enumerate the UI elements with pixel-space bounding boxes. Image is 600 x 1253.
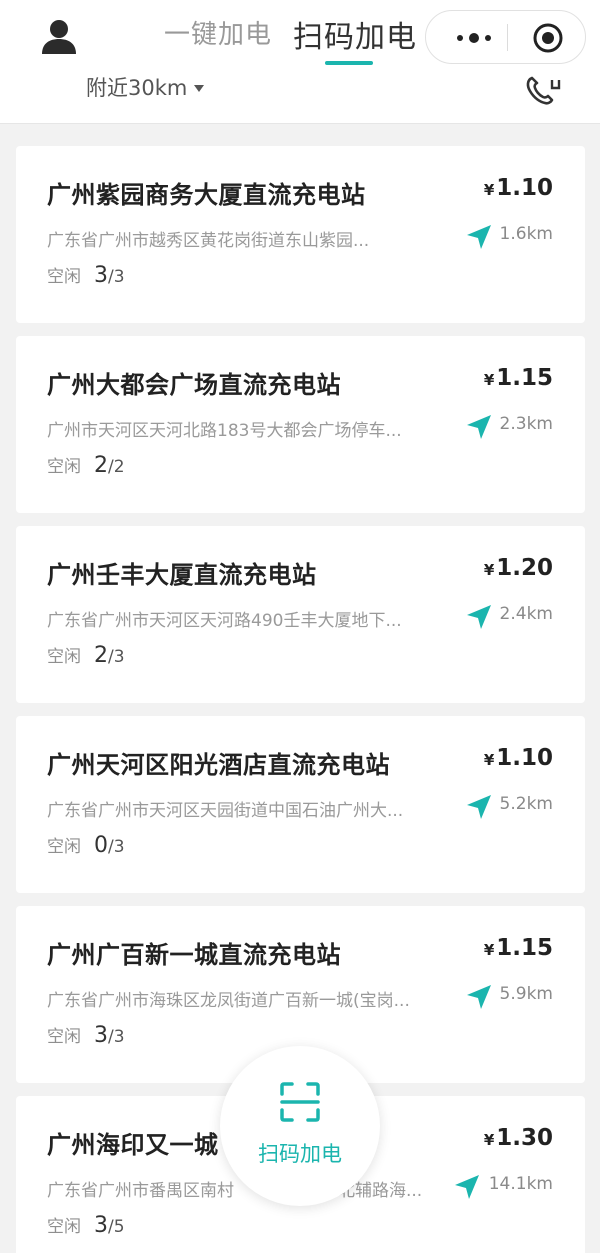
navigate-arrow-icon[interactable]	[464, 792, 494, 822]
station-distance: 5.2km	[499, 794, 553, 814]
station-name: 广州壬丰大厦直流充电站	[47, 561, 317, 589]
idle-count: 空闲 0 /3	[47, 832, 125, 858]
price-value: 1.15	[496, 365, 553, 391]
idle-total: /3	[108, 647, 125, 667]
more-dots-icon[interactable]	[444, 11, 506, 63]
scan-charge-button[interactable]: 扫码加电	[220, 1046, 380, 1206]
distance-filter-dropdown[interactable]: 附近30km	[86, 72, 205, 102]
distance-filter-label: 附近30km	[86, 76, 188, 100]
currency-symbol: ¥	[483, 751, 495, 769]
idle-total: /2	[108, 457, 125, 477]
target-icon[interactable]	[522, 11, 574, 63]
price-value: 1.10	[496, 745, 553, 771]
idle-label: 空闲	[47, 457, 81, 477]
idle-count: 空闲 2 /2	[47, 452, 125, 478]
tab-one-click-charge[interactable]: 一键加电	[164, 14, 272, 51]
currency-symbol: ¥	[483, 371, 495, 389]
idle-label: 空闲	[47, 1027, 81, 1047]
station-address: 广东省广州市天河区天河路490壬丰大厦地下...	[47, 611, 402, 631]
station-card[interactable]: 广州壬丰大厦直流充电站 广东省广州市天河区天河路490壬丰大厦地下... 空闲 …	[16, 526, 585, 703]
price-value: 1.30	[496, 1125, 553, 1151]
idle-total: /5	[108, 1217, 125, 1237]
price-value: 1.20	[496, 555, 553, 581]
idle-total: /3	[108, 267, 125, 287]
station-price: ¥ 1.30	[484, 1125, 553, 1151]
idle-count: 空闲 3 /3	[47, 262, 125, 288]
idle-free: 3	[94, 263, 108, 288]
price-value: 1.10	[496, 175, 553, 201]
station-card[interactable]: 广州紫园商务大厦直流充电站 广东省广州市越秀区黄花岗街道东山紫园... 空闲 3…	[16, 146, 585, 323]
tab-scan-charge[interactable]: 扫码加电	[293, 12, 417, 56]
currency-symbol: ¥	[483, 561, 495, 579]
idle-label: 空闲	[47, 267, 81, 287]
station-price: ¥ 1.10	[484, 175, 553, 201]
active-tab-indicator	[325, 61, 373, 65]
station-name: 广州天河区阳光酒店直流充电站	[47, 751, 390, 779]
navigate-arrow-icon[interactable]	[464, 412, 494, 442]
station-distance: 14.1km	[488, 1174, 553, 1194]
user-icon[interactable]	[38, 16, 80, 58]
station-address: 广东省广州市海珠区龙凤街道广百新一城(宝岗...	[47, 991, 410, 1011]
station-name: 广州广百新一城直流充电站	[47, 941, 341, 969]
mini-program-capsule	[425, 10, 586, 64]
station-distance: 2.3km	[499, 414, 553, 434]
top-bar: 一键加电 扫码加电 附近30km	[0, 0, 600, 124]
idle-free: 0	[94, 833, 108, 858]
station-distance: 2.4km	[499, 604, 553, 624]
station-card[interactable]: 广州大都会广场直流充电站 广州市天河区天河北路183号大都会广场停车... 空闲…	[16, 336, 585, 513]
navigate-arrow-icon[interactable]	[464, 602, 494, 632]
scan-frame-icon	[279, 1081, 321, 1123]
navigate-arrow-icon[interactable]	[452, 1172, 482, 1202]
currency-symbol: ¥	[483, 181, 495, 199]
customer-service-phone-icon[interactable]	[520, 70, 564, 110]
caret-down-icon	[194, 84, 205, 92]
currency-symbol: ¥	[483, 1131, 495, 1149]
navigate-arrow-icon[interactable]	[464, 982, 494, 1012]
station-address: 广东省广州市越秀区黄花岗街道东山紫园...	[47, 231, 370, 251]
currency-symbol: ¥	[483, 941, 495, 959]
station-address: 广州市天河区天河北路183号大都会广场停车...	[47, 421, 402, 441]
station-address: 广东省广州市天河区天园街道中国石油广州大...	[47, 801, 404, 821]
idle-count: 空闲 3 /5	[47, 1212, 125, 1238]
station-card[interactable]: 广州天河区阳光酒店直流充电站 广东省广州市天河区天园街道中国石油广州大... 空…	[16, 716, 585, 893]
idle-free: 2	[94, 643, 108, 668]
idle-label: 空闲	[47, 647, 81, 667]
idle-count: 空闲 2 /3	[47, 642, 125, 668]
idle-count: 空闲 3 /3	[47, 1022, 125, 1048]
idle-free: 3	[94, 1213, 108, 1238]
idle-free: 3	[94, 1023, 108, 1048]
station-price: ¥ 1.20	[484, 555, 553, 581]
idle-free: 2	[94, 453, 108, 478]
scan-charge-label: 扫码加电	[258, 1142, 342, 1166]
idle-label: 空闲	[47, 1217, 81, 1237]
station-distance: 5.9km	[499, 984, 553, 1004]
station-price: ¥ 1.15	[484, 365, 553, 391]
station-price: ¥ 1.10	[484, 745, 553, 771]
idle-label: 空闲	[47, 837, 81, 857]
price-value: 1.15	[496, 935, 553, 961]
idle-total: /3	[108, 1027, 125, 1047]
idle-total: /3	[108, 837, 125, 857]
station-price: ¥ 1.15	[484, 935, 553, 961]
header-divider	[0, 123, 600, 124]
station-name: 广州大都会广场直流充电站	[47, 371, 341, 399]
station-address: 广东省广州市番禺区南村	[47, 1181, 234, 1201]
station-distance: 1.6km	[499, 224, 553, 244]
navigate-arrow-icon[interactable]	[464, 222, 494, 252]
capsule-divider	[507, 24, 508, 51]
station-name: 广州紫园商务大厦直流充电站	[47, 181, 366, 209]
station-name: 广州海印又一城	[47, 1131, 219, 1159]
